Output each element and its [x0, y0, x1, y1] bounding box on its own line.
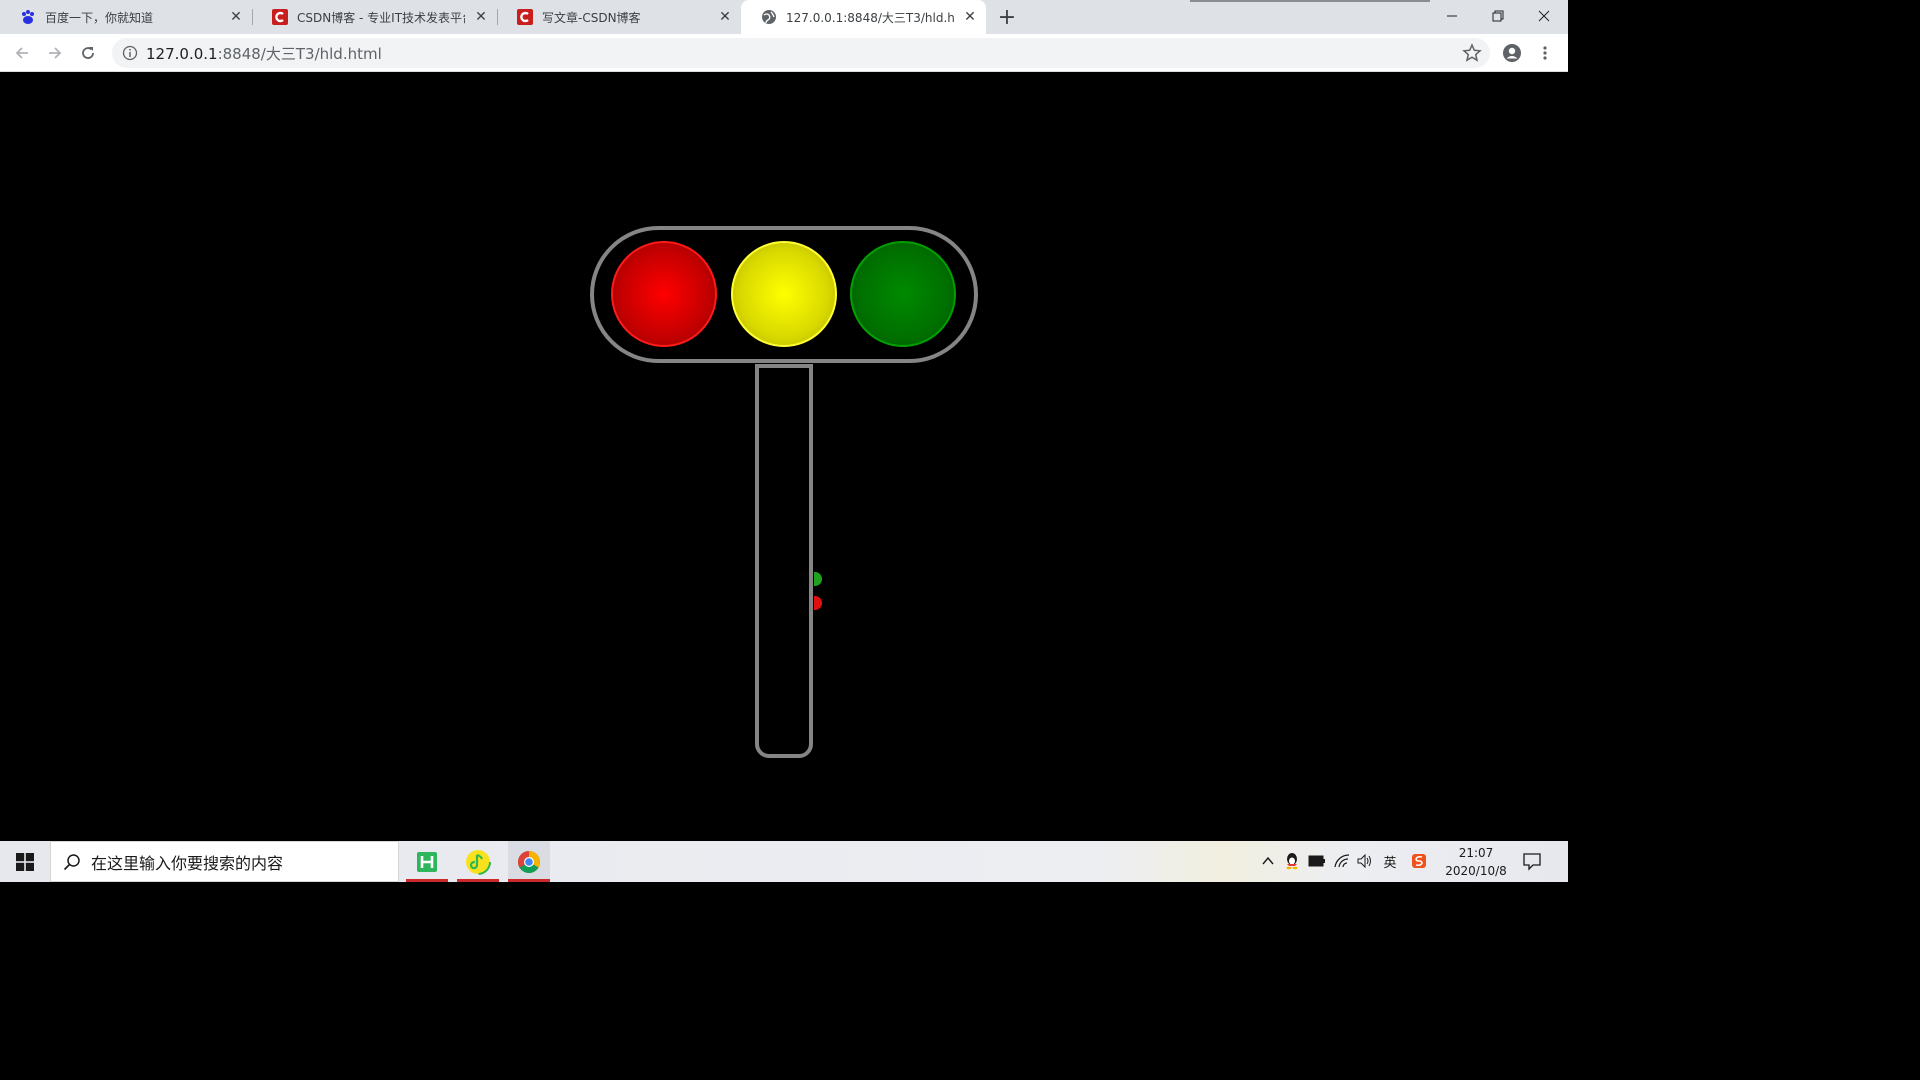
window-drag-area	[1190, 0, 1430, 2]
ime-indicator[interactable]: 英	[1381, 852, 1399, 871]
bookmark-star-icon[interactable]	[1462, 43, 1482, 63]
url-host: 127.0.0.1	[146, 44, 218, 63]
tab-csdn-home[interactable]: CSDN博客 - 专业IT技术发表平台 ✕	[252, 0, 497, 34]
tray-sogou[interactable]	[1410, 852, 1428, 870]
qq-music-icon	[465, 848, 491, 875]
minimize-icon	[1447, 15, 1457, 17]
green-indicator	[814, 572, 822, 586]
tab-local-page[interactable]: 127.0.0.1:8848/大三T3/hld.html ✕	[741, 0, 986, 34]
tab-close-icon[interactable]: ✕	[715, 7, 735, 27]
search-placeholder: 在这里输入你要搜索的内容	[91, 853, 284, 873]
traffic-light-pole	[755, 364, 813, 758]
tab-title: CSDN博客 - 专业IT技术发表平台	[297, 10, 465, 25]
active-app-indicator	[406, 879, 448, 882]
speaker-icon	[1357, 854, 1371, 868]
account-circle-icon	[1503, 44, 1521, 62]
taskbar: 在这里输入你要搜索的内容 英 21:07 2020/10/8	[0, 841, 1568, 882]
qq-penguin-icon	[1286, 853, 1298, 870]
browser-toolbar: 127.0.0.1:8848/大三T3/hld.html	[0, 34, 1568, 72]
taskbar-app-chrome[interactable]	[508, 841, 550, 882]
clock-time: 21:07	[1458, 846, 1494, 860]
tab-title: 127.0.0.1:8848/大三T3/hld.html	[786, 10, 954, 25]
restore-icon	[1492, 10, 1504, 22]
red-indicator	[814, 596, 822, 610]
start-button[interactable]	[0, 841, 50, 882]
kebab-menu-icon	[1543, 46, 1547, 60]
active-app-indicator	[508, 879, 550, 882]
tab-title: 写文章-CSDN博客	[542, 10, 641, 25]
url-path: :8848/大三T3/hld.html	[217, 44, 382, 63]
system-clock[interactable]: 21:07 2020/10/8	[1436, 844, 1516, 880]
profile-button[interactable]	[1499, 40, 1525, 66]
info-icon[interactable]	[122, 45, 138, 61]
tray-network[interactable]	[1333, 852, 1351, 870]
chrome-icon	[518, 850, 540, 873]
browser-tab-strip: 百度一下，你就知道 ✕ CSDN博客 - 专业IT技术发表平台 ✕ 写文章-CS…	[0, 0, 1568, 34]
url-text: 127.0.0.1:8848/大三T3/hld.html	[146, 43, 382, 64]
baidu-paw-icon	[20, 9, 36, 25]
globe-icon	[761, 9, 777, 25]
new-tab-button[interactable]: +	[996, 5, 1018, 30]
search-icon	[63, 853, 80, 870]
tab-baidu[interactable]: 百度一下，你就知道 ✕	[0, 0, 252, 34]
back-button[interactable]	[9, 40, 35, 66]
chevron-up-icon	[1262, 856, 1274, 865]
battery-icon	[1308, 855, 1325, 867]
arrow-left-icon	[15, 47, 28, 59]
forward-button[interactable]	[42, 40, 68, 66]
tab-title: 百度一下，你就知道	[45, 10, 154, 25]
red-lamp	[611, 241, 717, 347]
csdn-logo-icon	[272, 9, 288, 25]
close-icon	[1538, 10, 1550, 22]
notification-icon	[1523, 853, 1541, 871]
address-bar[interactable]: 127.0.0.1:8848/大三T3/hld.html	[112, 38, 1490, 68]
tray-qq[interactable]	[1283, 852, 1301, 870]
active-app-indicator	[457, 879, 499, 882]
minimize-button[interactable]	[1429, 0, 1475, 32]
windows-logo-icon	[16, 852, 34, 871]
page-content	[0, 73, 1568, 841]
tab-close-icon[interactable]: ✕	[471, 7, 491, 27]
green-lamp	[850, 241, 956, 347]
restore-button[interactable]	[1475, 0, 1521, 32]
reload-icon	[82, 47, 94, 59]
show-hidden-icons-button[interactable]	[1259, 852, 1277, 870]
window-close-button[interactable]	[1521, 0, 1567, 32]
taskbar-search-box[interactable]: 在这里输入你要搜索的内容	[50, 841, 399, 882]
tab-csdn-write[interactable]: 写文章-CSDN博客 ✕	[497, 0, 741, 34]
tab-close-icon[interactable]: ✕	[960, 7, 980, 27]
tray-volume[interactable]	[1356, 852, 1374, 870]
sogou-ime-icon	[1412, 854, 1426, 868]
arrow-right-icon	[49, 47, 62, 59]
clock-date: 2020/10/8	[1445, 864, 1507, 878]
wifi-icon	[1334, 854, 1350, 868]
reload-button[interactable]	[75, 40, 101, 66]
yellow-lamp	[731, 241, 837, 347]
taskbar-app-qqmusic[interactable]	[457, 841, 499, 882]
menu-button[interactable]	[1532, 40, 1558, 66]
csdn-logo-icon	[517, 9, 533, 25]
tab-close-icon[interactable]: ✕	[226, 7, 246, 27]
hbuilder-icon	[417, 851, 437, 872]
action-center-button[interactable]	[1522, 851, 1546, 873]
tray-battery[interactable]	[1308, 852, 1326, 870]
taskbar-app-hbuilder[interactable]	[406, 841, 448, 882]
